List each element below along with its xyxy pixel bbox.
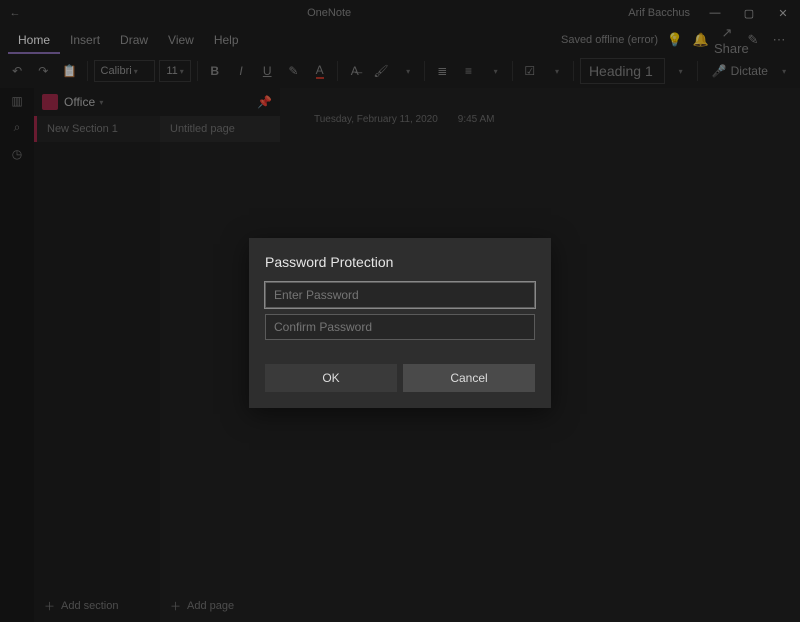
recent-icon[interactable]: ◷ — [12, 147, 22, 161]
chevron-down-icon[interactable]: ▾ — [396, 58, 418, 84]
page-time: 9:45 AM — [458, 114, 495, 125]
italic-icon[interactable]: I — [230, 58, 252, 84]
clear-format-icon[interactable]: A̶ — [344, 58, 366, 84]
close-button[interactable]: ✕ — [766, 0, 800, 26]
more-icon[interactable]: ⋯ — [766, 32, 792, 48]
share-button[interactable]: ↗ Share — [714, 25, 740, 56]
add-page-button[interactable]: ＋ Add page — [160, 598, 280, 614]
tab-insert[interactable]: Insert — [60, 26, 110, 54]
underline-icon[interactable]: U — [256, 58, 278, 84]
font-name-value: Calibri — [101, 65, 132, 77]
font-size-value: 11 — [166, 65, 177, 77]
ok-button[interactable]: OK — [265, 364, 397, 392]
pin-icon[interactable]: 📌 — [257, 95, 272, 109]
user-name[interactable]: Arif Bacchus — [628, 7, 690, 19]
add-section-label: Add section — [61, 600, 118, 612]
undo-icon[interactable]: ↶ — [6, 58, 28, 84]
password-dialog: Password Protection OK Cancel — [249, 238, 551, 408]
bullets-icon[interactable]: ≣ — [431, 58, 453, 84]
chevron-down-icon[interactable]: ▾ — [545, 58, 567, 84]
page-datetime: Tuesday, February 11, 2020 9:45 AM — [314, 114, 494, 125]
cancel-button[interactable]: Cancel — [403, 364, 535, 392]
todo-tag-icon[interactable]: ☑ — [519, 58, 541, 84]
notebook-name: Office — [64, 95, 95, 109]
tab-help[interactable]: Help — [204, 26, 249, 54]
app-title: OneNote — [30, 7, 628, 19]
redo-icon[interactable]: ↷ — [32, 58, 54, 84]
sections-pane: New Section 1 ＋ Add section — [34, 116, 160, 622]
dialog-title: Password Protection — [265, 254, 535, 270]
chevron-down-icon: ▾ — [97, 98, 103, 107]
confirm-password-input[interactable] — [265, 314, 535, 340]
style-value: Heading 1 — [589, 63, 653, 79]
clipboard-icon[interactable]: 📋 — [58, 58, 80, 84]
format-painter-icon[interactable]: 🖌 — [370, 58, 392, 84]
left-rail: ▥ ⌕ ◷ — [0, 88, 34, 622]
page-date: Tuesday, February 11, 2020 — [314, 114, 438, 125]
dictate-label: Dictate — [731, 64, 768, 78]
tab-draw[interactable]: Draw — [110, 26, 158, 54]
page-item[interactable]: Untitled page — [160, 116, 280, 142]
tab-view[interactable]: View — [158, 26, 204, 54]
search-icon[interactable]: ⌕ — [14, 120, 21, 135]
lightbulb-icon[interactable]: 💡 — [662, 32, 688, 48]
edit-icon[interactable]: ✎ — [740, 32, 766, 48]
notebook-header[interactable]: Office ▾ 📌 — [34, 88, 280, 116]
back-button[interactable]: ← — [0, 7, 30, 19]
ribbon: ↶ ↷ 📋 Calibri▾ 11▾ B I U ✎ A A̶ 🖌 ▾ ≣ ≡ … — [0, 54, 800, 88]
minimize-button[interactable]: — — [698, 0, 732, 26]
dictate-button[interactable]: 🎤 Dictate — [712, 64, 768, 78]
highlight-icon[interactable]: ✎ — [282, 58, 304, 84]
mic-icon: 🎤 — [712, 64, 727, 78]
numbering-icon[interactable]: ≡ — [457, 58, 479, 84]
enter-password-input[interactable] — [265, 282, 535, 308]
sync-status[interactable]: Saved offline (error) — [561, 34, 658, 46]
tab-home[interactable]: Home — [8, 26, 60, 54]
chevron-down-icon[interactable]: ▾ — [484, 58, 506, 84]
maximize-button[interactable]: ▢ — [732, 0, 766, 26]
notebook-icon — [42, 94, 58, 110]
font-size-select[interactable]: 11▾ — [159, 60, 190, 82]
titlebar: ← OneNote Arif Bacchus — ▢ ✕ — [0, 0, 800, 26]
style-select[interactable]: Heading 1 — [580, 58, 665, 84]
menubar: Home Insert Draw View Help Saved offline… — [0, 26, 800, 54]
add-page-label: Add page — [187, 600, 234, 612]
notebooks-icon[interactable]: ▥ — [11, 94, 22, 108]
add-section-button[interactable]: ＋ Add section — [34, 598, 160, 614]
bell-icon[interactable]: 🔔 — [688, 32, 714, 48]
font-name-select[interactable]: Calibri▾ — [94, 60, 156, 82]
font-color-icon[interactable]: A — [309, 58, 331, 84]
section-item[interactable]: New Section 1 — [34, 116, 160, 142]
chevron-down-icon[interactable]: ▾ — [772, 58, 794, 84]
bold-icon[interactable]: B — [204, 58, 226, 84]
chevron-down-icon[interactable]: ▾ — [669, 58, 691, 84]
